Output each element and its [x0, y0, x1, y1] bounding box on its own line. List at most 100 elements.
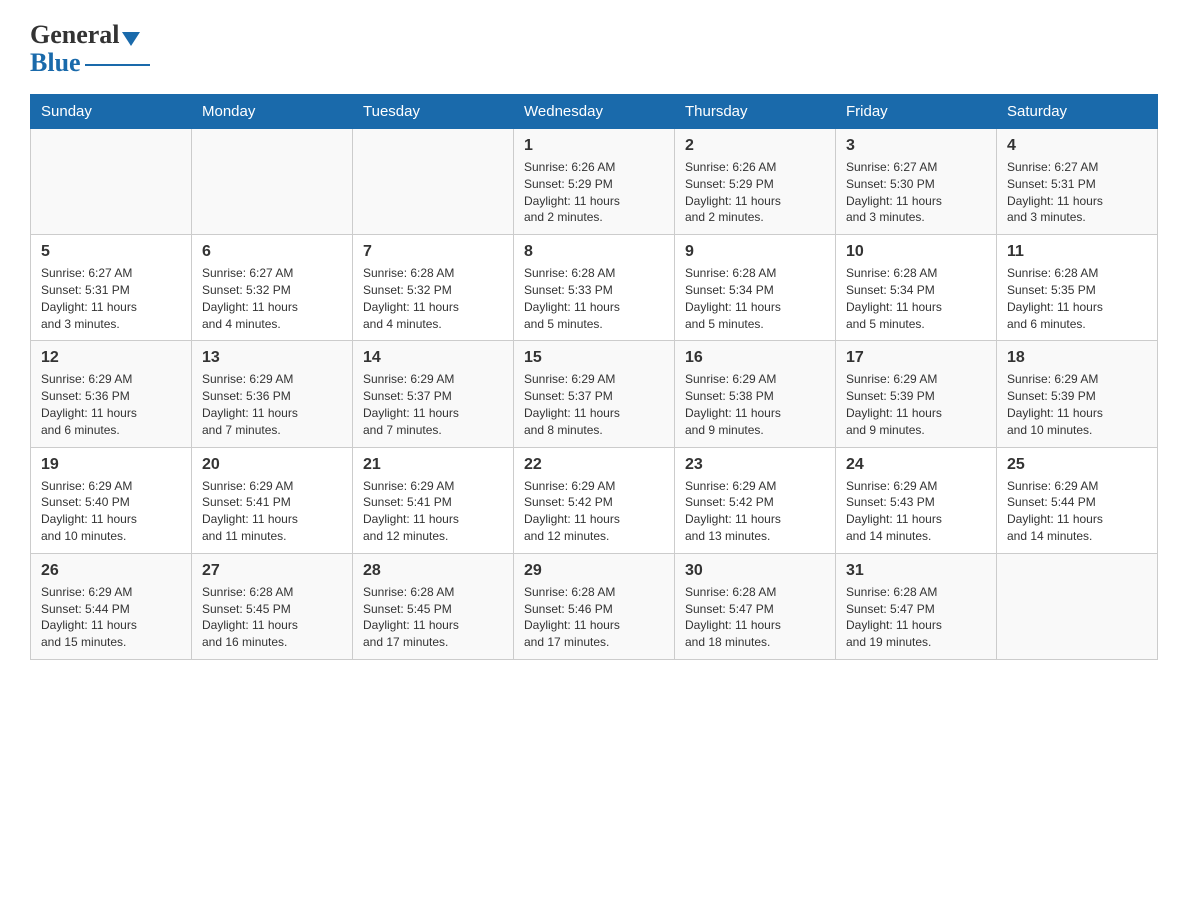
day-info: Sunrise: 6:28 AM Sunset: 5:35 PM Dayligh… [1007, 265, 1147, 332]
day-info: Sunrise: 6:29 AM Sunset: 5:37 PM Dayligh… [363, 371, 503, 438]
calendar-cell: 28 Sunrise: 6:28 AM Sunset: 5:45 PM Dayli… [353, 553, 514, 659]
logo-triangle-icon [122, 32, 140, 46]
day-info: Sunrise: 6:27 AM Sunset: 5:31 PM Dayligh… [1007, 159, 1147, 226]
calendar-cell: 15 Sunrise: 6:29 AM Sunset: 5:37 PM Dayli… [514, 341, 675, 447]
calendar-cell: 16Sunrise: 6:29 AM Sunset: 5:38 PM Dayli… [675, 341, 836, 447]
calendar-cell: 29 Sunrise: 6:28 AM Sunset: 5:46 PM Dayli… [514, 553, 675, 659]
day-info: Sunrise: 6:27 AM Sunset: 5:30 PM Dayligh… [846, 159, 986, 226]
weekday-header-wednesday: Wednesday [514, 95, 675, 129]
calendar-cell: 31Sunrise: 6:28 AM Sunset: 5:47 PM Dayli… [836, 553, 997, 659]
day-number: 24 [846, 456, 986, 474]
day-info: Sunrise: 6:26 AM Sunset: 5:29 PM Dayligh… [685, 159, 825, 226]
day-number: 4 [1007, 137, 1147, 155]
calendar-cell [997, 553, 1158, 659]
day-number: 7 [363, 243, 503, 261]
calendar-cell: 10 Sunrise: 6:28 AM Sunset: 5:34 PM Dayli… [836, 235, 997, 341]
calendar-cell: 8Sunrise: 6:28 AM Sunset: 5:33 PM Daylig… [514, 235, 675, 341]
calendar-cell: 6 Sunrise: 6:27 AM Sunset: 5:32 PM Daylig… [192, 235, 353, 341]
day-info: Sunrise: 6:29 AM Sunset: 5:41 PM Dayligh… [202, 478, 342, 545]
day-info: Sunrise: 6:28 AM Sunset: 5:34 PM Dayligh… [685, 265, 825, 332]
day-number: 5 [41, 243, 181, 261]
calendar-week-row: 5 Sunrise: 6:27 AM Sunset: 5:31 PM Daylig… [31, 235, 1158, 341]
day-info: Sunrise: 6:26 AM Sunset: 5:29 PM Dayligh… [524, 159, 664, 226]
calendar-cell: 7 Sunrise: 6:28 AM Sunset: 5:32 PM Daylig… [353, 235, 514, 341]
day-info: Sunrise: 6:29 AM Sunset: 5:37 PM Dayligh… [524, 371, 664, 438]
day-info: Sunrise: 6:28 AM Sunset: 5:33 PM Dayligh… [524, 265, 664, 332]
day-number: 26 [41, 562, 181, 580]
day-info: Sunrise: 6:28 AM Sunset: 5:34 PM Dayligh… [846, 265, 986, 332]
day-number: 22 [524, 456, 664, 474]
weekday-header-monday: Monday [192, 95, 353, 129]
calendar-cell: 13Sunrise: 6:29 AM Sunset: 5:36 PM Dayli… [192, 341, 353, 447]
calendar-table: SundayMondayTuesdayWednesdayThursdayFrid… [30, 94, 1158, 660]
calendar-cell [192, 129, 353, 235]
day-info: Sunrise: 6:29 AM Sunset: 5:41 PM Dayligh… [363, 478, 503, 545]
calendar-cell [31, 129, 192, 235]
calendar-cell: 25 Sunrise: 6:29 AM Sunset: 5:44 PM Dayli… [997, 447, 1158, 553]
weekday-header-saturday: Saturday [997, 95, 1158, 129]
calendar-cell: 23 Sunrise: 6:29 AM Sunset: 5:42 PM Dayli… [675, 447, 836, 553]
weekday-header-row: SundayMondayTuesdayWednesdayThursdayFrid… [31, 95, 1158, 129]
day-number: 23 [685, 456, 825, 474]
calendar-cell: 5 Sunrise: 6:27 AM Sunset: 5:31 PM Daylig… [31, 235, 192, 341]
day-number: 29 [524, 562, 664, 580]
day-number: 30 [685, 562, 825, 580]
day-info: Sunrise: 6:28 AM Sunset: 5:47 PM Dayligh… [685, 584, 825, 651]
logo-general-text: General [30, 20, 120, 50]
logo-underline [85, 64, 150, 66]
calendar-cell: 4 Sunrise: 6:27 AM Sunset: 5:31 PM Daylig… [997, 129, 1158, 235]
day-info: Sunrise: 6:28 AM Sunset: 5:45 PM Dayligh… [202, 584, 342, 651]
calendar-cell: 2 Sunrise: 6:26 AM Sunset: 5:29 PM Daylig… [675, 129, 836, 235]
day-number: 19 [41, 456, 181, 474]
day-number: 3 [846, 137, 986, 155]
day-number: 11 [1007, 243, 1147, 261]
day-number: 17 [846, 349, 986, 367]
day-number: 10 [846, 243, 986, 261]
day-number: 6 [202, 243, 342, 261]
day-number: 15 [524, 349, 664, 367]
calendar-cell: 26Sunrise: 6:29 AM Sunset: 5:44 PM Dayli… [31, 553, 192, 659]
calendar-cell: 1 Sunrise: 6:26 AM Sunset: 5:29 PM Daylig… [514, 129, 675, 235]
day-number: 25 [1007, 456, 1147, 474]
logo-blue-text: Blue [30, 48, 81, 78]
day-info: Sunrise: 6:28 AM Sunset: 5:45 PM Dayligh… [363, 584, 503, 651]
day-number: 20 [202, 456, 342, 474]
calendar-header: SundayMondayTuesdayWednesdayThursdayFrid… [31, 95, 1158, 129]
calendar-week-row: 26Sunrise: 6:29 AM Sunset: 5:44 PM Dayli… [31, 553, 1158, 659]
weekday-header-tuesday: Tuesday [353, 95, 514, 129]
day-info: Sunrise: 6:29 AM Sunset: 5:42 PM Dayligh… [685, 478, 825, 545]
weekday-header-sunday: Sunday [31, 95, 192, 129]
calendar-cell: 18 Sunrise: 6:29 AM Sunset: 5:39 PM Dayli… [997, 341, 1158, 447]
calendar-cell: 24 Sunrise: 6:29 AM Sunset: 5:43 PM Dayli… [836, 447, 997, 553]
day-number: 18 [1007, 349, 1147, 367]
day-number: 2 [685, 137, 825, 155]
day-info: Sunrise: 6:29 AM Sunset: 5:42 PM Dayligh… [524, 478, 664, 545]
calendar-week-row: 1 Sunrise: 6:26 AM Sunset: 5:29 PM Daylig… [31, 129, 1158, 235]
day-info: Sunrise: 6:29 AM Sunset: 5:44 PM Dayligh… [1007, 478, 1147, 545]
day-info: Sunrise: 6:29 AM Sunset: 5:40 PM Dayligh… [41, 478, 181, 545]
calendar-body: 1 Sunrise: 6:26 AM Sunset: 5:29 PM Daylig… [31, 129, 1158, 660]
day-number: 21 [363, 456, 503, 474]
day-info: Sunrise: 6:29 AM Sunset: 5:39 PM Dayligh… [1007, 371, 1147, 438]
header: General Blue [30, 20, 1158, 78]
calendar-week-row: 19 Sunrise: 6:29 AM Sunset: 5:40 PM Dayli… [31, 447, 1158, 553]
day-number: 1 [524, 137, 664, 155]
day-info: Sunrise: 6:27 AM Sunset: 5:32 PM Dayligh… [202, 265, 342, 332]
day-info: Sunrise: 6:29 AM Sunset: 5:43 PM Dayligh… [846, 478, 986, 545]
day-info: Sunrise: 6:29 AM Sunset: 5:36 PM Dayligh… [41, 371, 181, 438]
calendar-cell: 19 Sunrise: 6:29 AM Sunset: 5:40 PM Dayli… [31, 447, 192, 553]
day-number: 28 [363, 562, 503, 580]
calendar-cell: 3 Sunrise: 6:27 AM Sunset: 5:30 PM Daylig… [836, 129, 997, 235]
calendar-cell: 17Sunrise: 6:29 AM Sunset: 5:39 PM Dayli… [836, 341, 997, 447]
day-info: Sunrise: 6:28 AM Sunset: 5:46 PM Dayligh… [524, 584, 664, 651]
day-info: Sunrise: 6:28 AM Sunset: 5:32 PM Dayligh… [363, 265, 503, 332]
calendar-cell: 21 Sunrise: 6:29 AM Sunset: 5:41 PM Dayli… [353, 447, 514, 553]
day-number: 13 [202, 349, 342, 367]
day-number: 14 [363, 349, 503, 367]
calendar-cell: 12 Sunrise: 6:29 AM Sunset: 5:36 PM Dayli… [31, 341, 192, 447]
weekday-header-thursday: Thursday [675, 95, 836, 129]
day-number: 31 [846, 562, 986, 580]
day-number: 12 [41, 349, 181, 367]
day-number: 9 [685, 243, 825, 261]
day-info: Sunrise: 6:27 AM Sunset: 5:31 PM Dayligh… [41, 265, 181, 332]
